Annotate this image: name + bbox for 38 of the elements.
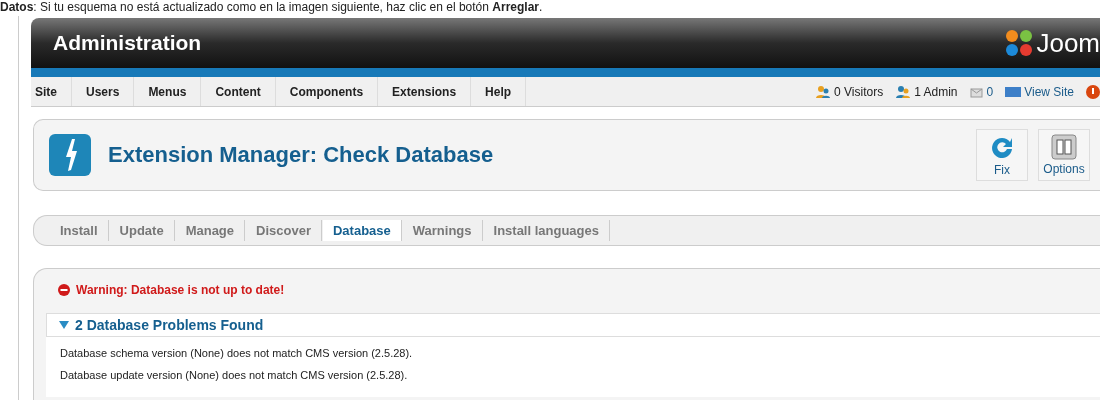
options-button[interactable]: Options <box>1038 129 1090 181</box>
power-icon[interactable] <box>1086 84 1100 99</box>
envelope-icon <box>969 85 984 98</box>
logo-icon <box>1004 28 1035 58</box>
switches-icon <box>1051 134 1077 160</box>
status-link[interactable]: View Site <box>1024 84 1074 99</box>
page-title: Extension Manager: Check Database <box>108 142 494 168</box>
menu-item[interactable]: Extensions <box>378 77 472 106</box>
caret-icon <box>59 321 69 329</box>
status-link[interactable]: 0 <box>986 84 994 99</box>
menu-item[interactable]: Help <box>471 77 527 106</box>
status-link[interactable]: 1 Admin <box>914 84 958 99</box>
warning-text: Warning: Database is not up to date! <box>76 283 285 297</box>
subnav-tab[interactable]: Warnings <box>402 220 483 241</box>
menu-item[interactable]: Content <box>201 77 276 106</box>
fix-button[interactable]: Fix <box>976 129 1028 181</box>
menu-item[interactable]: Site <box>31 77 72 106</box>
users-icon <box>815 84 831 99</box>
subnav-tab[interactable]: Update <box>109 220 175 241</box>
intro-text: Datos: Si tu esquema no está actualizado como en la imagen siguiente, haz clic en el botón Arreglar. <box>0 0 544 14</box>
problem-text: Database schema version (None) does not match CMS version (2.5.28). <box>60 347 414 359</box>
logo-text: Joom <box>1036 27 1100 59</box>
menu-item[interactable]: Users <box>72 77 135 106</box>
subnav-tab[interactable]: Database <box>322 220 402 241</box>
monitor-icon <box>1005 86 1022 97</box>
subnav-tab[interactable]: Discover <box>246 220 322 241</box>
header-title: Administration <box>53 31 202 55</box>
menu-item[interactable]: Components <box>275 77 379 106</box>
status-link[interactable]: 0 Visitors <box>834 84 884 99</box>
menu-item[interactable]: Menus <box>134 77 202 106</box>
problem-text: Database update version (None) does not match CMS version (2.5.28). <box>60 369 409 381</box>
stop-icon <box>58 284 70 296</box>
users-icon <box>895 84 912 99</box>
subnav-tab[interactable]: Manage <box>175 220 246 241</box>
problems-header[interactable]: 2 Database Problems Found <box>46 313 1100 337</box>
lightning-icon <box>48 133 92 177</box>
subnav-tab[interactable]: Install <box>50 220 109 241</box>
subnav-tab[interactable]: Install languages <box>483 220 610 241</box>
